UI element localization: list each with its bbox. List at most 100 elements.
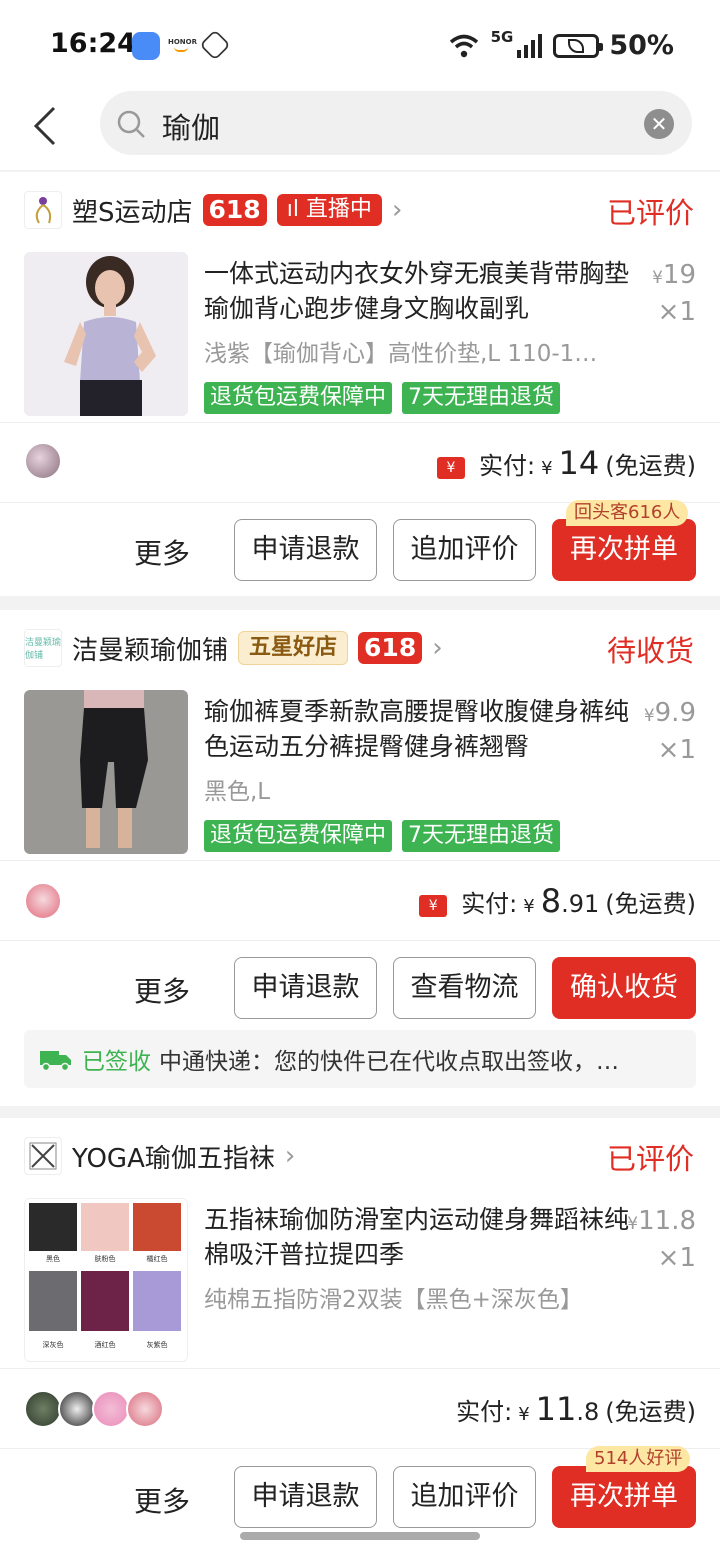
price-value: 19 (662, 260, 696, 290)
sock-color-label: 深灰色 (43, 1340, 64, 1349)
shop-logo (24, 1137, 62, 1175)
refund-button[interactable]: 申请退款 (234, 957, 377, 1019)
battery-percent: 50% (609, 30, 674, 61)
hand-icon (199, 29, 231, 61)
product-spec: 纯棉五指防滑2双装【黑色+深灰色】 (204, 1287, 583, 1313)
message-app-icon (132, 32, 160, 60)
tag-free-return-shipping: 退货包运费保障中 (204, 382, 393, 414)
paid-symbol: ¥ (518, 1404, 530, 1425)
tag-7day-return: 7天无理由退货 (402, 820, 561, 852)
shop-header[interactable]: 塑S运动店 618 ıl 直播中 › (24, 188, 402, 232)
shipping-note: (免运费) (605, 452, 696, 480)
truck-icon (40, 1051, 71, 1071)
confirm-receipt-button[interactable]: 确认收货 (552, 957, 696, 1019)
logistics-summary[interactable]: 已签收 中通快递：您的快件已在代收点取出签收，… (24, 1030, 696, 1088)
battery-icon (553, 33, 604, 58)
delivery-state: 已签收 (82, 1049, 151, 1075)
shop-name: YOGA瑜伽五指袜 (72, 1143, 275, 1174)
buyer-avatar (24, 442, 62, 480)
shipping-note: (免运费) (605, 890, 696, 918)
honor-icon: HONOR (168, 38, 198, 66)
live-label: 直播中 (305, 197, 372, 222)
paid-row: ¥ 实付: ¥ 14 (免运费) (437, 444, 696, 482)
more-button[interactable]: 更多 (134, 532, 190, 572)
sock-color-label: 灰紫色 (147, 1340, 168, 1349)
tag-7day-return: 7天无理由退货 (402, 382, 561, 414)
header: 瑜伽 ✕ (0, 90, 720, 170)
sock-color-label: 肤粉色 (95, 1254, 116, 1263)
paid-label: 实付: (461, 890, 518, 918)
sock-color-label: 橘红色 (147, 1254, 168, 1263)
product-price: ¥9.9 ×1 (644, 696, 696, 767)
tag-free-return-shipping: 退货包运费保障中 (204, 820, 393, 852)
paid-amount-int: 8 (540, 882, 562, 920)
sock-color-label: 黑色 (46, 1254, 60, 1263)
search-box[interactable]: 瑜伽 ✕ (100, 91, 692, 155)
rebuy-button[interactable]: 再次拼单 (552, 1466, 696, 1528)
paid-label: 实付: (456, 1398, 513, 1426)
product-title[interactable]: 瑜伽裤夏季新款高腰提臀收腹健身裤纯色运动五分裤提臀健身裤翘臀 (204, 694, 634, 764)
shop-name: 塑S运动店 (72, 197, 193, 228)
refund-button[interactable]: 申请退款 (234, 1466, 377, 1528)
price-symbol: ¥ (627, 1214, 639, 1234)
quantity: ×1 (657, 735, 696, 765)
badge-618: 618 (358, 632, 423, 664)
product-title[interactable]: 五指袜瑜伽防滑室内运动健身舞蹈袜纯棉吸汗普拉提四季 (204, 1202, 634, 1272)
service-tags: 退货包运费保障中 7天无理由退货 (204, 382, 561, 414)
red-packet-icon: ¥ (419, 895, 448, 917)
order-card: 洁曼颖瑜伽铺 洁曼颖瑜伽铺 五星好店 618 › 待收货 瑜伽裤夏季新款高腰提臀… (0, 610, 720, 1106)
shop-logo: 洁曼颖瑜伽铺 (24, 629, 62, 667)
product-image[interactable] (24, 690, 188, 854)
shop-name: 洁曼颖瑜伽铺 (72, 635, 229, 666)
product-title[interactable]: 一体式运动内衣女外穿无痕美背带胸垫瑜伽背心跑步健身文胸收副乳 (204, 256, 634, 326)
home-indicator[interactable] (240, 1532, 480, 1540)
shipping-note: (免运费) (605, 1398, 696, 1426)
add-review-button[interactable]: 追加评价 (393, 519, 536, 581)
shop-header[interactable]: 洁曼颖瑜伽铺 洁曼颖瑜伽铺 五星好店 618 › (24, 626, 443, 670)
buyer-avatar (24, 882, 62, 920)
five-star-shop-badge: 五星好店 (238, 631, 349, 665)
search-input[interactable]: 瑜伽 (162, 105, 220, 147)
shop-logo (24, 191, 62, 229)
product-price: ¥19 ×1 (652, 258, 696, 329)
price-symbol: ¥ (643, 706, 655, 726)
price-value: 11.8 (638, 1206, 696, 1236)
more-button[interactable]: 更多 (134, 1480, 190, 1520)
refund-button[interactable]: 申请退款 (234, 519, 377, 581)
logistics-text: 中通快递：您的快件已在代收点取出签收，… (159, 1049, 619, 1075)
product-image[interactable]: 黑色 肤粉色 橘红色 深灰色 酒红色 灰紫色 (24, 1198, 188, 1362)
paid-amount-int: 11 (535, 1390, 577, 1428)
more-button[interactable]: 更多 (134, 970, 190, 1010)
rebuy-button[interactable]: 再次拼单 (552, 519, 696, 581)
network-label: 5G (490, 27, 514, 46)
status-indicators: 5G 50% (447, 27, 674, 61)
paid-label: 实付: (479, 452, 536, 480)
paid-amount: 11.8 (536, 1390, 600, 1428)
order-status: 已评价 (606, 196, 694, 230)
buyer-avatar (24, 1390, 62, 1428)
paid-row: ¥ 实付: ¥ 8.91 (免运费) (419, 882, 696, 920)
buyer-avatar (58, 1390, 96, 1428)
add-review-button[interactable]: 追加评价 (393, 1466, 536, 1528)
divider (0, 1368, 720, 1369)
buyer-avatar (92, 1390, 130, 1428)
chevron-right-icon: › (391, 195, 403, 225)
honor-label: HONOR (168, 38, 198, 46)
view-logistics-button[interactable]: 查看物流 (393, 957, 536, 1019)
clear-search-icon[interactable]: ✕ (644, 109, 674, 139)
product-spec: 浅紫【瑜伽背心】高性价垫,L 110-1… (204, 341, 598, 367)
shop-header[interactable]: YOGA瑜伽五指袜 › (24, 1134, 295, 1178)
buyer-avatar (126, 1390, 164, 1428)
badge-618: 618 (202, 194, 267, 226)
paid-symbol: ¥ (523, 896, 535, 917)
back-arrow-icon[interactable] (28, 104, 72, 148)
service-tags: 退货包运费保障中 7天无理由退货 (204, 820, 561, 852)
chevron-right-icon: › (432, 633, 443, 663)
live-icon: ıl (286, 197, 306, 222)
divider (0, 422, 720, 423)
order-card: YOGA瑜伽五指袜 › 已评价 黑色 肤粉色 橘红色 深灰色 酒红色 灰紫色 五… (0, 1118, 720, 1558)
paid-symbol: ¥ (541, 458, 553, 479)
product-image[interactable] (24, 252, 188, 416)
product-spec: 黑色,L (204, 779, 271, 805)
order-card: 塑S运动店 618 ıl 直播中 › 已评价 一体式运动内衣女外穿无痕美背带胸垫… (0, 172, 720, 596)
